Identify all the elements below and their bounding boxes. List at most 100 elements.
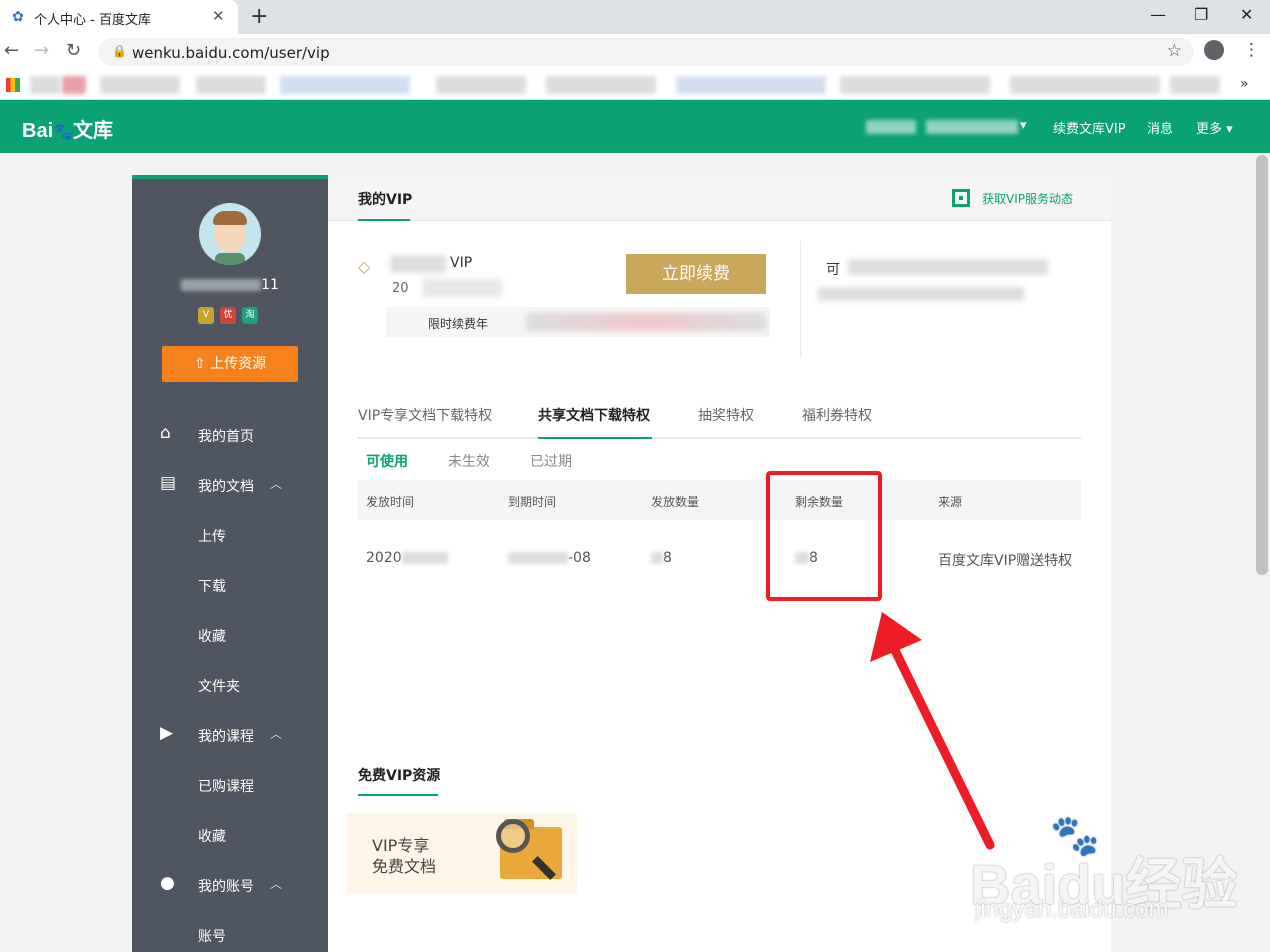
- renew-now-button[interactable]: 立即续费: [626, 254, 766, 294]
- vip-expiry-blurred: [422, 279, 502, 297]
- upload-icon: ⇧: [193, 356, 206, 372]
- back-icon[interactable]: ←: [4, 40, 19, 61]
- sidebar-item-my-courses[interactable]: ▶ 我的课程 ︿: [132, 723, 328, 747]
- free-card-line1: VIP专享: [372, 836, 430, 855]
- column-header: 来源: [938, 495, 963, 509]
- subtab-available[interactable]: 可使用: [366, 451, 408, 471]
- bookmark-item[interactable]: [280, 76, 410, 94]
- browser-tab[interactable]: ✿ 个人中心 - 百度文库 ✕: [0, 0, 238, 34]
- baidu-paw-icon: ✿: [12, 9, 24, 25]
- free-vip-title: 免费VIP资源: [358, 768, 441, 784]
- sidebar-sub-download[interactable]: 下载: [198, 576, 226, 596]
- right-info-blurred: [818, 287, 1024, 301]
- right-info-blurred: [848, 259, 1048, 275]
- divider: [800, 241, 801, 357]
- bookmark-item[interactable]: [676, 76, 826, 94]
- reload-icon[interactable]: ↻: [66, 40, 81, 61]
- renew-vip-link[interactable]: 续费文库VIP: [1053, 118, 1126, 137]
- excellent-badge-icon[interactable]: 优: [220, 307, 236, 324]
- address-bar[interactable]: 🔒 wenku.baidu.com/user/vip ☆: [98, 38, 1194, 66]
- more-link[interactable]: 更多 ▾: [1196, 118, 1233, 137]
- magnifier-icon: [496, 819, 530, 853]
- sidebar: 11 V优淘 ⇧ 上传资源 ⌂ 我的首页 ▤ 我的文档 ︿ 上传 下载 收藏 文…: [132, 175, 328, 952]
- bookmark-item[interactable]: [1170, 76, 1220, 94]
- bookmark-item[interactable]: [196, 76, 266, 94]
- vip-expiry-prefix: 20: [392, 281, 409, 296]
- taobao-badge-icon[interactable]: 淘: [242, 307, 258, 324]
- bookmark-item[interactable]: [436, 76, 526, 94]
- forward-icon[interactable]: →: [34, 40, 49, 61]
- chevron-up-icon[interactable]: ︿: [270, 725, 282, 742]
- tab-lottery[interactable]: 抽奖特权: [698, 405, 754, 425]
- sidebar-sub-upload[interactable]: 上传: [198, 526, 226, 546]
- active-tab-underline: [538, 437, 652, 439]
- sidebar-sub-account[interactable]: 账号: [198, 926, 226, 946]
- diamond-icon: ◇: [358, 257, 371, 276]
- username-suffix: 11: [261, 277, 279, 293]
- upload-resource-button[interactable]: ⇧ 上传资源: [162, 346, 298, 382]
- scroll-thumb[interactable]: [1256, 155, 1268, 575]
- free-vip-card[interactable]: VIP专享 免费文档: [346, 813, 577, 893]
- qr-code-icon[interactable]: [952, 189, 970, 207]
- free-card-text: VIP专享 免费文档: [372, 835, 436, 877]
- title-underline: [358, 219, 410, 221]
- avatar[interactable]: [199, 203, 261, 265]
- tab-coupon[interactable]: 福利券特权: [802, 405, 872, 425]
- bookmark-star-icon[interactable]: ☆: [1167, 41, 1182, 61]
- sidebar-sub-favorites[interactable]: 收藏: [198, 626, 226, 646]
- sidebar-sub-course-favorites[interactable]: 收藏: [198, 826, 226, 846]
- close-tab-icon[interactable]: ✕: [212, 7, 225, 25]
- subtab-expired[interactable]: 已过期: [530, 451, 572, 471]
- vip-level-blurred: [390, 255, 446, 273]
- sidebar-item-label: 我的账号: [198, 879, 254, 895]
- blurred: [508, 552, 568, 564]
- column-header: 发放时间: [366, 495, 415, 509]
- promo-bar[interactable]: 限时续费年: [386, 307, 770, 337]
- panel-header: 我的VIP 获取VIP服务动态: [328, 175, 1111, 221]
- bookmark-item[interactable]: [30, 76, 60, 94]
- profile-avatar-icon[interactable]: [1204, 40, 1224, 60]
- sidebar-sub-folder[interactable]: 文件夹: [198, 676, 240, 696]
- baidu-wenku-logo[interactable]: Bai🐾文库: [22, 114, 113, 143]
- sidebar-sub-purchased-courses[interactable]: 已购课程: [198, 776, 254, 796]
- chevron-up-icon[interactable]: ︿: [270, 475, 282, 492]
- bookmark-item[interactable]: [1010, 76, 1160, 94]
- close-window-icon[interactable]: ✕: [1240, 5, 1253, 24]
- bookmark-item[interactable]: [840, 76, 990, 94]
- chevron-down-icon[interactable]: ▾: [1020, 118, 1027, 133]
- annotation-highlight-box: [766, 471, 882, 601]
- username-blurred[interactable]: [866, 120, 916, 134]
- chevron-up-icon[interactable]: ︿: [270, 875, 282, 892]
- tab-shared-doc[interactable]: 共享文档下载特权: [538, 405, 650, 425]
- subtab-pending[interactable]: 未生效: [448, 451, 490, 471]
- browser-tabbar: ✿ 个人中心 - 百度文库 ✕ + — ❐ ✕: [0, 0, 1270, 34]
- bookmark-item[interactable]: [62, 76, 86, 94]
- blurred: [401, 552, 448, 564]
- sidebar-item-label: 我的课程: [198, 729, 254, 745]
- sidebar-item-my-account[interactable]: ● 我的账号 ︿: [132, 873, 328, 897]
- privilege-tabs: VIP专享文档下载特权 共享文档下载特权 抽奖特权 福利券特权: [358, 405, 1081, 439]
- minimize-icon[interactable]: —: [1150, 5, 1166, 24]
- bookmark-item[interactable]: [100, 76, 180, 94]
- bookmarks-more-icon[interactable]: »: [1240, 76, 1249, 92]
- bookmarks-bar: »: [0, 70, 1270, 100]
- sidebar-item-home[interactable]: ⌂ 我的首页: [132, 423, 328, 447]
- vip-dynamic-link[interactable]: 获取VIP服务动态: [982, 190, 1073, 207]
- sidebar-item-my-docs[interactable]: ▤ 我的文档 ︿: [132, 473, 328, 497]
- table-header: 发放时间 到期时间 发放数量 剩余数量 来源: [358, 480, 1081, 520]
- vip-badge-icon[interactable]: V: [198, 307, 214, 324]
- sidebar-item-label: 我的文档: [198, 479, 254, 495]
- vip-status-blurred[interactable]: [926, 120, 1018, 134]
- apps-icon[interactable]: [6, 78, 20, 92]
- page-title: 我的VIP: [358, 192, 413, 208]
- free-card-line2: 免费文档: [372, 857, 437, 876]
- messages-link[interactable]: 消息: [1147, 118, 1173, 137]
- column-header: 到期时间: [508, 495, 557, 509]
- new-tab-icon[interactable]: +: [250, 4, 268, 29]
- tab-vip-exclusive[interactable]: VIP专享文档下载特权: [358, 405, 492, 425]
- menu-kebab-icon[interactable]: ⋮: [1243, 40, 1260, 60]
- page-scrollbar[interactable]: [1254, 153, 1270, 952]
- username: 11: [132, 277, 328, 293]
- bookmark-item[interactable]: [546, 76, 656, 94]
- restore-icon[interactable]: ❐: [1194, 5, 1208, 24]
